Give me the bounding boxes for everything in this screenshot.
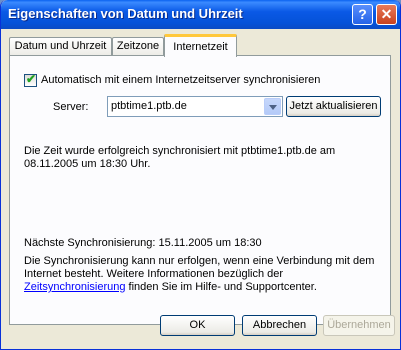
time-sync-help-link[interactable]: Zeitsynchronisierung [24,281,126,293]
tab-internet-time[interactable]: Internetzeit [164,34,237,57]
auto-sync-label[interactable]: Automatisch mit einem Internetzeitserver… [41,74,320,87]
help-button[interactable]: ? [352,4,373,25]
internet-time-panel: ✔ Automatisch mit einem Internetzeitserv… [9,55,391,325]
server-label: Server: [53,101,89,113]
server-dropdown-button[interactable] [264,98,281,115]
sync-info-text-end: finden Sie im Hilfe- und Supportcenter. [125,281,317,293]
properties-dialog: Eigenschaften von Datum und Uhrzeit ? ✕ … [0,0,401,350]
tab-time-zone[interactable]: Zeitzone [112,37,164,56]
server-combobox[interactable]: ptbtime1.ptb.de [107,96,283,117]
server-value[interactable]: ptbtime1.ptb.de [111,100,187,113]
sync-info-text-start: Die Synchronisierung kann nur erfolgen, … [24,255,375,280]
dialog-client: Datum und Uhrzeit Zeitzone Internetzeit … [5,29,396,347]
window-title: Eigenschaften von Datum und Uhrzeit [8,6,243,21]
next-sync-message: Nächste Synchronisierung: 15.11.2005 um … [24,237,262,249]
cancel-button[interactable]: Abbrechen [242,315,317,336]
sync-success-message: Die Zeit wurde erfolgreich synchronisier… [24,145,336,170]
tab-date-time[interactable]: Datum und Uhrzeit [9,37,112,56]
chevron-down-icon [269,105,277,110]
sync-info-text: Die Synchronisierung kann nur erfolgen, … [24,255,379,294]
checkmark-icon: ✔ [26,72,37,86]
auto-sync-checkbox[interactable]: ✔ [24,72,37,87]
title-bar[interactable]: Eigenschaften von Datum und Uhrzeit ? ✕ [1,0,400,29]
apply-button: Übernehmen [323,315,395,336]
close-button[interactable]: ✕ [376,4,397,25]
update-now-button[interactable]: Jetzt aktualisieren [286,96,381,117]
ok-button[interactable]: OK [160,315,235,336]
